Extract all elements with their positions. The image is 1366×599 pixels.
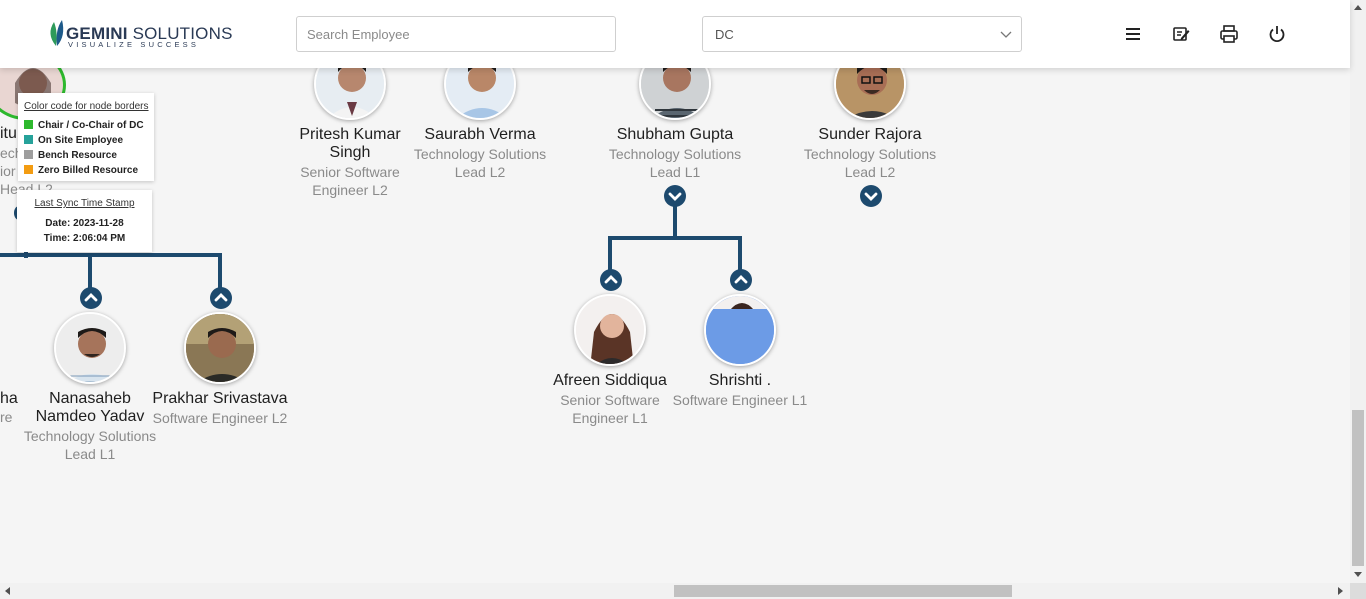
vertical-scrollbar[interactable] xyxy=(1350,0,1366,583)
chevron-up-icon xyxy=(214,293,228,302)
expand-toggle[interactable] xyxy=(860,185,882,207)
scroll-down-arrow-icon[interactable] xyxy=(1354,572,1362,577)
chevron-up-icon xyxy=(84,293,98,302)
employee-node[interactable]: Afreen Siddiqua Senior Software Engineer… xyxy=(540,294,680,427)
legend-title: Color code for node borders xyxy=(24,101,149,112)
employee-role: Technology Solutions Lead L1 xyxy=(608,146,742,180)
edit-note-icon[interactable] xyxy=(1171,24,1191,44)
scroll-right-arrow-icon[interactable] xyxy=(1338,587,1343,595)
chevron-down-icon xyxy=(668,192,682,201)
chevron-up-icon xyxy=(604,275,618,284)
horizontal-scrollbar[interactable] xyxy=(0,583,1350,599)
power-icon[interactable] xyxy=(1267,24,1287,44)
partial-name: itu xyxy=(0,125,17,142)
collapse-toggle[interactable] xyxy=(210,287,232,309)
employee-name: Saurabh Verma xyxy=(424,126,536,143)
department-select-value: DC xyxy=(715,27,734,42)
employee-role: Senior Software Engineer L1 xyxy=(560,392,660,426)
employee-name: Pritesh Kumar Singh xyxy=(299,126,401,161)
employee-role: Senior Software Engineer L2 xyxy=(300,164,400,198)
horizontal-scroll-thumb[interactable] xyxy=(674,585,1012,597)
avatar xyxy=(184,312,256,384)
employee-role: Technology Solutions Lead L2 xyxy=(413,146,547,180)
legend-item: On Site Employee xyxy=(24,135,123,146)
menu-icon[interactable] xyxy=(1123,24,1143,44)
chevron-down-icon xyxy=(864,192,878,201)
employee-role: Technology Solutions Lead L1 xyxy=(23,428,157,462)
sync-date: Date: 2023-11-28 xyxy=(45,218,124,229)
employee-node[interactable]: Pritesh Kumar Singh Senior Software Engi… xyxy=(280,48,420,199)
employee-name: Nanasaheb Namdeo Yadav xyxy=(35,390,145,425)
collapse-toggle[interactable] xyxy=(730,269,752,291)
legend-item: Chair / Co-Chair of DC xyxy=(24,120,144,131)
employee-node[interactable]: Prakhar Srivastava Software Engineer L2 xyxy=(150,312,290,427)
employee-name: Shubham Gupta xyxy=(616,126,734,143)
expand-toggle[interactable] xyxy=(664,185,686,207)
legend-item: Zero Billed Resource xyxy=(24,165,138,176)
partial-bottom-role: re xyxy=(0,409,13,425)
employee-node[interactable]: Shrishti . Software Engineer L1 xyxy=(670,294,810,409)
print-icon[interactable] xyxy=(1219,24,1239,44)
employee-node[interactable]: Nanasaheb Namdeo Yadav Technology Soluti… xyxy=(20,312,160,463)
legend-swatch xyxy=(24,150,33,159)
scrollbar-corner xyxy=(1350,583,1366,599)
org-chart: itu ech ior Head L2 ha re Pritesh Kumar … xyxy=(0,0,1350,583)
employee-role: Software Engineer L1 xyxy=(672,392,808,408)
collapse-toggle[interactable] xyxy=(600,269,622,291)
search-employee-input[interactable] xyxy=(296,16,616,52)
collapse-toggle[interactable] xyxy=(80,287,102,309)
legend-swatch xyxy=(24,120,33,129)
partial-bottom-name: ha xyxy=(0,390,18,407)
legend-item: Bench Resource xyxy=(24,150,117,161)
leaf-logo-icon xyxy=(50,20,64,46)
vertical-scroll-thumb[interactable] xyxy=(1352,410,1364,566)
scroll-left-arrow-icon[interactable] xyxy=(5,587,10,595)
top-header: GEMINI SOLUTIONS VISUALIZE SUCCESS DC xyxy=(0,0,1350,68)
employee-name: Prakhar Srivastava xyxy=(152,390,288,407)
chevron-up-icon xyxy=(734,275,748,284)
avatar xyxy=(704,294,776,366)
sync-timestamp-panel: Last Sync Time Stamp Date: 2023-11-28 Ti… xyxy=(17,190,152,252)
company-logo[interactable]: GEMINI SOLUTIONS VISUALIZE SUCCESS xyxy=(46,18,232,50)
chevron-down-icon xyxy=(1000,31,1012,38)
employee-name: Shrishti . xyxy=(708,372,772,389)
employee-role: Technology Solutions Lead L2 xyxy=(803,146,937,180)
employee-role: Software Engineer L2 xyxy=(152,410,288,426)
department-select[interactable]: DC xyxy=(702,16,1022,52)
sync-title: Last Sync Time Stamp xyxy=(34,198,135,209)
border-color-legend: Color code for node borders Chair / Co-C… xyxy=(18,93,154,181)
employee-name: Afreen Siddiqua xyxy=(553,372,667,389)
avatar xyxy=(574,294,646,366)
logo-tagline: VISUALIZE SUCCESS xyxy=(68,40,200,49)
employee-name: Sunder Rajora xyxy=(818,126,922,143)
scroll-up-arrow-icon[interactable] xyxy=(1354,5,1362,10)
legend-swatch xyxy=(24,165,33,174)
avatar xyxy=(54,312,126,384)
legend-swatch xyxy=(24,135,33,144)
sync-time: Time: 2:06:04 PM xyxy=(43,233,126,244)
